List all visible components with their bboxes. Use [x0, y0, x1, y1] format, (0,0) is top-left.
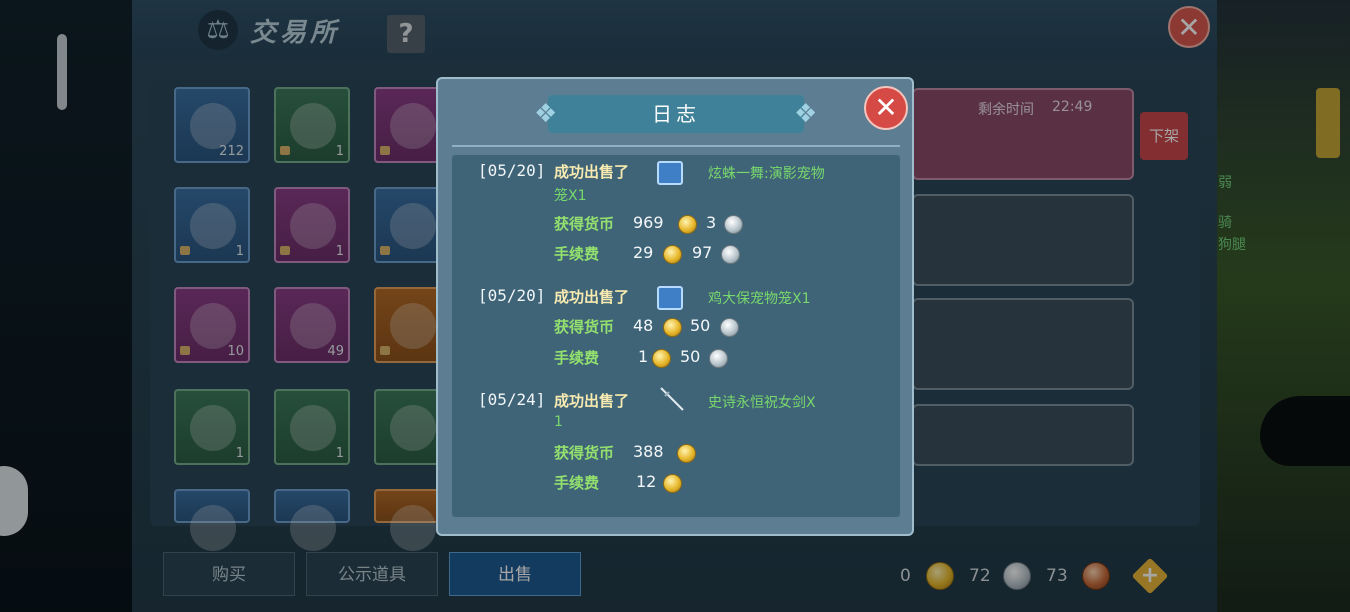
income-label: 获得货币	[554, 444, 615, 462]
log-action: 成功出售了	[554, 163, 630, 181]
log-item-name: 史诗永恒祝女剑X	[708, 395, 816, 411]
income-gold: 388	[633, 442, 664, 461]
income-label: 获得货币	[554, 318, 615, 336]
fee-silver: 97	[692, 243, 713, 262]
income-silver: 3	[706, 213, 717, 232]
silver-coin-icon	[720, 318, 739, 337]
gold-coin-icon	[652, 349, 671, 368]
dialog-title: 日志	[652, 102, 700, 126]
log-action: 成功出售了	[554, 288, 630, 306]
log-date: [05/20]	[478, 286, 546, 305]
gold-coin-icon	[677, 444, 696, 463]
pet-cage-icon	[657, 286, 683, 310]
fee-label: 手续费	[554, 349, 600, 367]
income-gold: 969	[633, 213, 664, 232]
fee-label: 手续费	[554, 245, 600, 263]
log-list[interactable]: [05/20] 成功出售了 炫蛛一舞:演影宠物 笼X1 获得货币 969 3 手…	[452, 155, 900, 517]
income-gold: 48	[633, 316, 654, 335]
log-date: [05/20]	[478, 161, 546, 180]
silver-coin-icon	[709, 349, 728, 368]
divider	[452, 145, 900, 147]
dialog-close-button[interactable]: ✕	[864, 86, 908, 130]
fee-silver: 50	[680, 347, 701, 366]
gold-coin-icon	[678, 215, 697, 234]
gold-coin-icon	[663, 474, 682, 493]
log-item-name-cont: 笼X1	[554, 188, 587, 204]
fee-gold: 12	[636, 472, 657, 491]
fee-gold: 1	[638, 347, 649, 366]
log-date: [05/24]	[478, 390, 546, 409]
fee-label: 手续费	[554, 474, 600, 492]
pet-cage-icon	[657, 161, 683, 185]
log-action: 成功出售了	[554, 392, 630, 410]
silver-coin-icon	[721, 245, 740, 264]
sword-icon	[657, 384, 684, 411]
gold-coin-icon	[663, 245, 682, 264]
log-dialog: ❖ ❖ 日志 ✕ [05/20] 成功出售了 炫蛛一舞:演影宠物 笼X1 获得货…	[436, 77, 914, 536]
income-silver: 50	[690, 316, 711, 335]
log-item-name: 炫蛛一舞:演影宠物	[708, 166, 825, 182]
income-label: 获得货币	[554, 215, 615, 233]
fee-gold: 29	[633, 243, 654, 262]
gold-coin-icon	[663, 318, 682, 337]
silver-coin-icon	[724, 215, 743, 234]
log-item-name: 鸡大保宠物笼X1	[708, 291, 811, 307]
log-item-name-cont: 1	[554, 414, 563, 430]
